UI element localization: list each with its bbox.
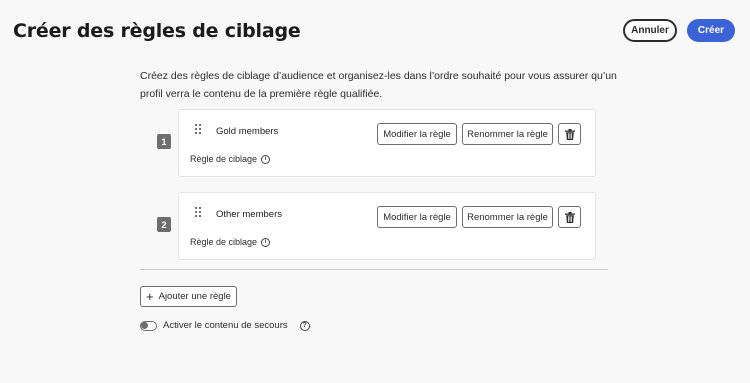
- rule-index-badge: 2: [157, 217, 171, 232]
- divider: [140, 269, 608, 270]
- rename-rule-button[interactable]: Renommer la règle: [462, 206, 553, 228]
- rule-name: Gold members: [216, 126, 279, 137]
- description-text: Créez des règles de ciblage d’audience e…: [140, 70, 617, 100]
- rule-subtitle: Règle de ciblage i: [190, 154, 271, 164]
- rule-card: Gold members Règle de ciblage i Modifier…: [178, 109, 596, 177]
- rule-subtitle: Règle de ciblage i: [190, 237, 271, 247]
- modify-rule-button[interactable]: Modifier la règle: [377, 206, 457, 228]
- toggle-knob: [141, 321, 148, 329]
- plus-icon: +: [146, 289, 154, 304]
- rule-subtitle-label: Règle de ciblage: [190, 154, 258, 164]
- fallback-toggle[interactable]: [140, 320, 157, 331]
- rule-index-badge: 1: [157, 134, 171, 149]
- drag-handle-icon[interactable]: [195, 124, 201, 134]
- drag-handle-icon[interactable]: [195, 207, 201, 217]
- cancel-button[interactable]: Annuler: [623, 19, 677, 42]
- rule-card: Other members Règle de ciblage i Modifie…: [178, 192, 596, 260]
- trash-icon: [564, 128, 575, 140]
- delete-rule-button[interactable]: [558, 123, 581, 145]
- create-button[interactable]: Créer: [687, 19, 735, 42]
- info-icon[interactable]: i: [261, 154, 271, 164]
- trash-icon: [564, 211, 575, 223]
- modify-rule-button[interactable]: Modifier la règle: [377, 123, 457, 145]
- help-icon[interactable]: ?: [299, 320, 310, 331]
- rule-name: Other members: [216, 209, 282, 220]
- targeting-rules-page: Créer des règles de ciblage Annuler Crée…: [0, 0, 750, 383]
- rule-subtitle-label: Règle de ciblage: [190, 237, 258, 247]
- add-rule-button[interactable]: + Ajouter une règle: [140, 286, 237, 307]
- add-rule-label: Ajouter une règle: [158, 291, 231, 302]
- page-title: Créer des règles de ciblage: [13, 20, 301, 42]
- fallback-label: Activer le contenu de secours: [163, 320, 288, 331]
- info-icon[interactable]: i: [261, 237, 271, 247]
- delete-rule-button[interactable]: [558, 206, 581, 228]
- rename-rule-button[interactable]: Renommer la règle: [462, 123, 553, 145]
- fallback-toggle-row: Activer le contenu de secours ?: [140, 320, 310, 331]
